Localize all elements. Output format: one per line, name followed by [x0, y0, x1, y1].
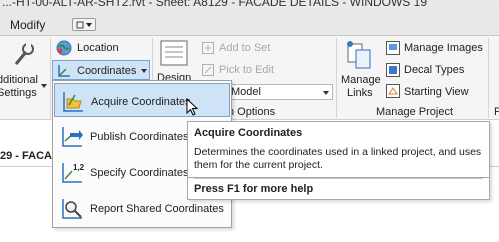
- menu-item-label: Specify Coordinates: [90, 167, 189, 179]
- add-to-set-icon: [202, 42, 214, 54]
- design-option-value: Model: [231, 86, 261, 98]
- mouse-cursor-icon: [186, 98, 199, 116]
- specify-coordinates-icon: 1,2: [60, 161, 85, 185]
- starting-view-button[interactable]: Starting View: [404, 86, 469, 98]
- add-to-set-button[interactable]: Add to Set: [219, 42, 270, 54]
- design-options-panel-label: n Options: [228, 106, 276, 118]
- tooltip-help-text: Press F1 for more help: [194, 183, 314, 195]
- starting-view-icon: [386, 84, 400, 98]
- coordinates-icon: [58, 65, 70, 77]
- additional-settings-label-1[interactable]: dditional: [0, 74, 38, 86]
- view-tab-label[interactable]: 29 - FACAD: [0, 150, 60, 162]
- tab-modify[interactable]: Modify: [10, 18, 45, 32]
- window-title-bar: ...-HT-00-ALT-AR-SHT2.rvt - Sheet: A8129…: [0, 0, 499, 14]
- location-button[interactable]: Location: [77, 42, 119, 54]
- ribbon-divider: [50, 38, 51, 118]
- chevron-down-icon: [76, 21, 92, 29]
- menu-item-label: Acquire Coordinates: [91, 96, 191, 108]
- manage-project-panel-label: Manage Project: [376, 106, 454, 118]
- manage-links-label-2[interactable]: Links: [347, 87, 373, 99]
- menu-item-label: Publish Coordinates: [90, 131, 189, 143]
- window-title: ...-HT-00-ALT-AR-SHT2.rvt - Sheet: A8129…: [2, 0, 427, 9]
- tooltip-footer: Press F1 for more help: [187, 178, 490, 200]
- panel-toggle-button[interactable]: [72, 18, 96, 31]
- acquire-coordinates-icon: [61, 90, 85, 114]
- coordinates-button[interactable]: Coordinates: [52, 60, 150, 80]
- manage-links-icon: [344, 40, 374, 70]
- additional-settings-label-2[interactable]: Settings: [0, 87, 37, 99]
- decal-types-button[interactable]: Decal Types: [404, 64, 464, 76]
- manage-images-icon: [386, 41, 400, 55]
- chevron-down-icon: [141, 69, 147, 73]
- tooltip-divider: [194, 178, 483, 179]
- tooltip-description: Determines the coordinates used in a lin…: [194, 146, 482, 171]
- decal-types-icon: [386, 63, 400, 77]
- tooltip-title: Acquire Coordinates: [194, 127, 303, 139]
- wrench-icon: [6, 40, 36, 70]
- manage-links-label-1[interactable]: Manage: [341, 74, 381, 86]
- ribbon-divider: [488, 38, 489, 118]
- chevron-down-icon: [41, 84, 47, 88]
- manage-images-button[interactable]: Manage Images: [404, 42, 483, 54]
- pick-to-edit-icon: [202, 64, 214, 76]
- menu-item-acquire-coordinates[interactable]: Acquire Coordinates: [54, 83, 230, 117]
- tooltip: Acquire Coordinates Determines the coord…: [187, 121, 490, 178]
- chevron-down-icon: [323, 91, 329, 95]
- design-options-icon: [160, 40, 188, 66]
- next-panel-label-fragment: P: [494, 106, 499, 118]
- ribbon-divider: [336, 38, 337, 118]
- coordinates-label: Coordinates: [77, 65, 137, 77]
- svg-text:1,2: 1,2: [73, 163, 84, 172]
- design-option-select[interactable]: Model: [226, 84, 333, 100]
- globe-icon: [56, 40, 72, 56]
- report-coordinates-icon: [60, 197, 84, 221]
- menu-item-label: Report Shared Coordinates: [90, 203, 224, 215]
- pick-to-edit-button[interactable]: Pick to Edit: [219, 64, 274, 76]
- publish-coordinates-icon: [60, 125, 84, 149]
